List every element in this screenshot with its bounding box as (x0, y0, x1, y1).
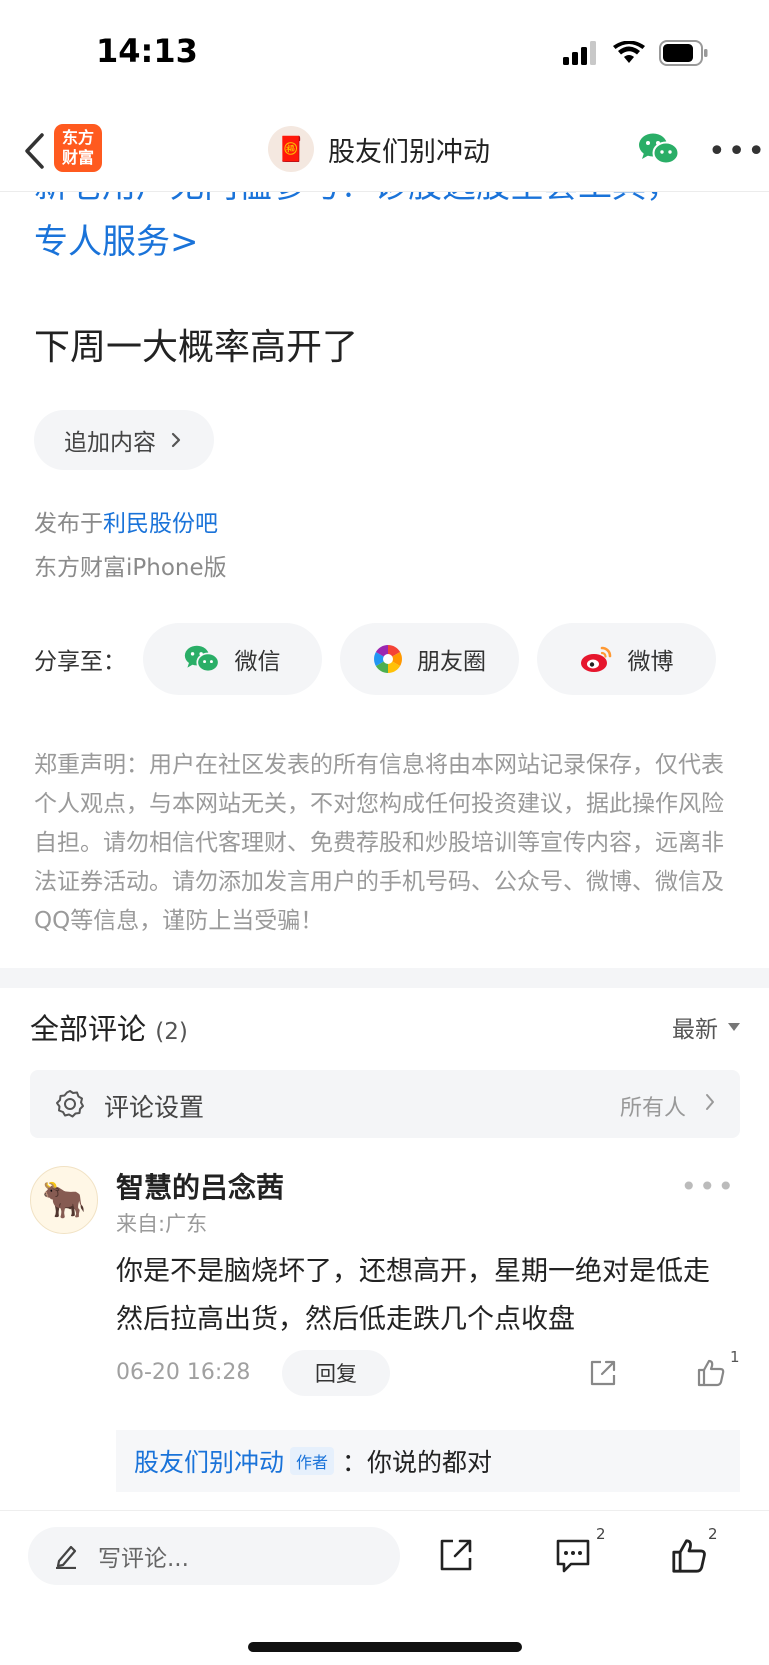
reply-text: 你说的都对 (367, 1448, 493, 1477)
comment-like-count: 1 (730, 1348, 740, 1366)
gear-icon (56, 1090, 84, 1118)
share-wechat-button[interactable]: 微信 (142, 623, 322, 695)
post-title: 下周一大概率高开了 (34, 327, 359, 368)
client-info: 东方财富iPhone版 (34, 555, 227, 581)
status-bar: 14:13 (0, 0, 769, 110)
page-title[interactable]: 股友们别冲动 (328, 130, 490, 169)
thumbs-up-icon[interactable] (670, 1537, 708, 1575)
published-prefix: 发布于 (34, 511, 103, 537)
share-moments-button[interactable]: 朋友圈 (339, 623, 519, 695)
nav-bar: 东方 财富 🧧 股友们别冲动 ••• (0, 110, 769, 192)
published-in: 发布于利民股份吧 (34, 504, 218, 538)
back-button[interactable] (14, 126, 54, 176)
author-reply[interactable]: 股友们别冲动 作者 ： 你说的都对 (116, 1430, 740, 1492)
app-logo[interactable]: 东方 财富 (54, 124, 102, 172)
comment-icon[interactable] (554, 1537, 592, 1575)
comment-settings-value: 所有人 (619, 1096, 686, 1121)
wechat-share-button[interactable] (638, 132, 680, 170)
more-icon[interactable]: ••• (680, 1170, 736, 1203)
share-moments-label: 朋友圈 (416, 649, 486, 675)
comment-settings-row[interactable]: 评论设置 所有人 (30, 1070, 740, 1138)
comments-header: 全部评论 (2) 最新 (30, 1006, 740, 1046)
comment-time: 06-20 16:28 (116, 1360, 251, 1385)
author-badge: 作者 (290, 1447, 335, 1475)
battery-icon (659, 40, 708, 66)
share-icon[interactable] (438, 1537, 474, 1573)
chevron-right-icon (706, 1094, 714, 1110)
section-divider (0, 968, 769, 988)
comment-count-badge: 2 (596, 1525, 606, 1543)
share-weibo-label: 微博 (627, 649, 674, 675)
reply-separator: ： (342, 1448, 368, 1477)
share-wechat-label: 微信 (234, 649, 281, 675)
weibo-icon (580, 646, 611, 672)
promo-line-2[interactable]: 专人服务> (34, 214, 734, 262)
chevron-left-icon (25, 133, 44, 169)
reply-author[interactable]: 股友们别冲动 (134, 1443, 284, 1479)
nav-center[interactable]: 🧧 股友们别冲动 (268, 126, 490, 172)
more-icon[interactable]: ••• (708, 134, 767, 169)
comments-title-label: 全部评论 (30, 1012, 147, 1046)
avatar[interactable]: 🐂 (30, 1166, 98, 1234)
promo-line-1[interactable]: 新老用户无门槛参与！诊股选股全套工具， (34, 192, 734, 214)
share-row: 分享至： 微信 朋友圈 微博 (34, 622, 734, 696)
promo-banner[interactable]: 新老用户无门槛参与！诊股选股全套工具， 专人服务> (34, 192, 734, 262)
append-content-button[interactable]: 追加内容 (34, 410, 214, 470)
comment-author[interactable]: 智慧的吕念茜 (116, 1166, 284, 1206)
sort-label: 最新 (672, 1017, 718, 1043)
comment-text[interactable]: 你是不是脑烧坏了，还想高开，星期一绝对是低走然后拉高出货，然后低走跌几个点收盘 (116, 1248, 736, 1344)
nav-avatar[interactable]: 🧧 (268, 126, 314, 172)
signal-icon (563, 41, 596, 65)
write-comment-input[interactable]: 写评论... (28, 1527, 400, 1585)
pencil-icon (56, 1545, 77, 1569)
chevron-right-icon (171, 432, 181, 448)
comments-title: 全部评论 (2) (30, 1006, 188, 1048)
status-icons (563, 40, 709, 66)
write-comment-placeholder: 写评论... (98, 1546, 189, 1572)
wifi-icon (613, 41, 645, 63)
moments-icon (374, 645, 402, 673)
caret-down-icon (728, 1023, 740, 1031)
sort-dropdown[interactable]: 最新 (672, 1010, 740, 1044)
wechat-icon (185, 645, 221, 673)
share-icon[interactable] (588, 1358, 618, 1388)
share-label: 分享至： (34, 649, 126, 675)
append-content-label: 追加内容 (64, 430, 156, 456)
like-count-badge: 2 (708, 1525, 718, 1543)
share-weibo-button[interactable]: 微博 (537, 623, 717, 695)
bar-link[interactable]: 利民股份吧 (103, 511, 218, 537)
comments-count: (2) (155, 1019, 188, 1045)
home-indicator[interactable] (248, 1642, 522, 1652)
thumbs-up-icon[interactable] (696, 1358, 726, 1388)
reply-button[interactable]: 回复 (282, 1350, 390, 1396)
status-time: 14:13 (96, 32, 198, 70)
disclaimer: 郑重声明：用户在社区发表的所有信息将由本网站记录保存，仅代表个人观点，与本网站无… (34, 752, 724, 934)
comment-location: 来自:广东 (116, 1212, 208, 1236)
wechat-icon (639, 133, 680, 165)
comment-item: 🐂 智慧的吕念茜 来自:广东 ••• 你是不是脑烧坏了，还想高开，星期一绝对是低… (30, 1160, 740, 1500)
comment-settings-label: 评论设置 (104, 1093, 205, 1122)
